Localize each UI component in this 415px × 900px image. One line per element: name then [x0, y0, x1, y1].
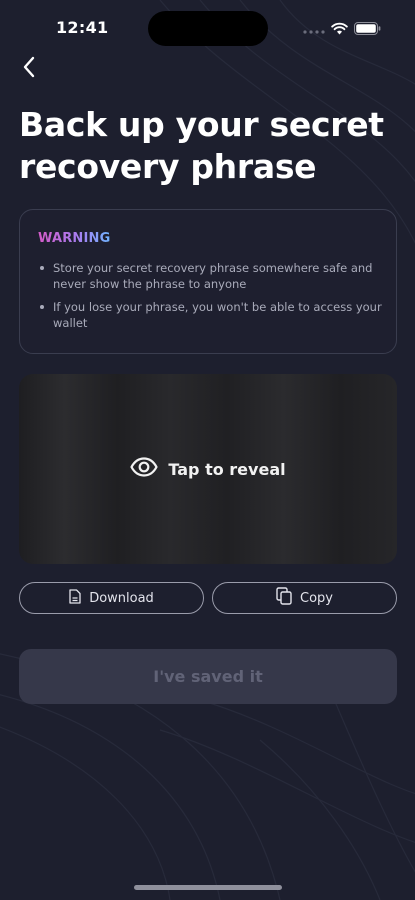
ive-saved-it-button[interactable]: I've saved it — [19, 649, 397, 704]
home-indicator — [134, 885, 282, 890]
copy-label: Copy — [300, 590, 333, 606]
warning-item: Store your secret recovery phrase somewh… — [38, 260, 383, 292]
wifi-icon — [331, 20, 348, 39]
saved-button-label: I've saved it — [153, 667, 263, 686]
page-title: Back up your secret recovery phrase — [19, 105, 384, 186]
warning-title: WARNING — [38, 231, 111, 246]
status-icons — [303, 20, 381, 39]
copy-button[interactable]: Copy — [212, 582, 397, 614]
battery-icon — [354, 20, 381, 39]
download-button[interactable]: Download — [19, 582, 204, 614]
signal-dots-icon — [303, 20, 325, 39]
bullet-dot — [40, 305, 44, 309]
status-time: 12:41 — [56, 18, 109, 37]
copy-icon — [276, 587, 292, 609]
download-label: Download — [89, 590, 154, 606]
tap-to-reveal-area[interactable]: Tap to reveal — [19, 374, 397, 564]
status-bar: 12:41 — [0, 0, 415, 56]
warning-card: WARNING Store your secret recovery phras… — [19, 209, 397, 354]
action-row: Download Copy — [19, 582, 397, 614]
eye-icon — [130, 457, 159, 481]
back-button[interactable] — [14, 54, 44, 84]
warning-item-text: If you lose your phrase, you won't be ab… — [53, 300, 382, 330]
bullet-dot — [40, 266, 44, 270]
warning-list: Store your secret recovery phrase somewh… — [38, 260, 383, 338]
reveal-label: Tap to reveal — [168, 459, 286, 479]
document-icon — [69, 588, 81, 608]
chevron-left-icon — [22, 56, 36, 82]
dynamic-island — [148, 11, 268, 46]
warning-item-text: Store your secret recovery phrase somewh… — [53, 261, 373, 291]
warning-item: If you lose your phrase, you won't be ab… — [38, 299, 383, 331]
